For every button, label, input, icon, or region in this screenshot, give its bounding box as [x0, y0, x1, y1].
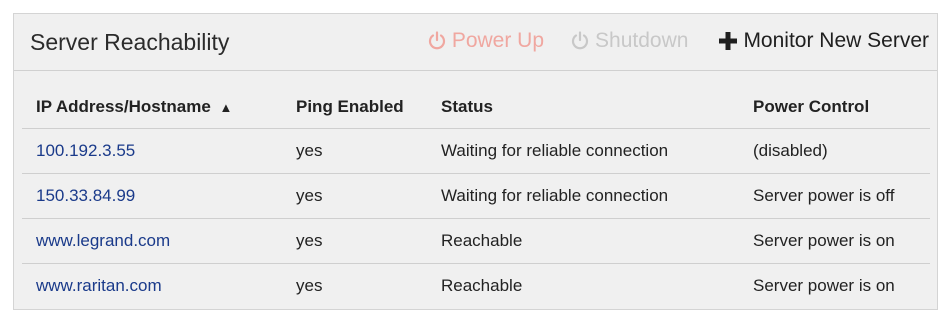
ping-cell: yes — [282, 218, 427, 264]
page-title: Server Reachability — [30, 29, 230, 55]
monitor-new-server-label: Monitor New Server — [743, 29, 929, 52]
host-link[interactable]: www.legrand.com — [36, 231, 170, 250]
host-link[interactable]: 100.192.3.55 — [36, 141, 135, 160]
table-row[interactable]: www.legrand.com yes Reachable Server pow… — [22, 218, 930, 264]
status-cell: Waiting for reliable connection — [427, 173, 739, 219]
power-cell: Server power is on — [753, 276, 895, 295]
power-cell: Server power is off — [739, 173, 930, 219]
shutdown-button[interactable]: Shutdown — [570, 29, 688, 53]
ping-cell: yes — [282, 128, 427, 174]
status-cell: Waiting for reliable connection — [427, 128, 739, 174]
ping-cell: yes — [296, 276, 323, 295]
panel-header: Server Reachability Power Up Shutdown Mo… — [14, 14, 937, 71]
power-up-label: Power Up — [451, 29, 545, 52]
power-cell: Server power is on — [739, 218, 930, 264]
host-cell: 150.33.84.99 — [22, 173, 282, 219]
power-cell: (disabled) — [739, 128, 930, 174]
table-row[interactable]: 150.33.84.99 yes Waiting for reliable co… — [22, 173, 930, 219]
ping-cell: yes — [282, 173, 427, 219]
table-row[interactable]: www.raritan.com yes Reachable Server pow… — [22, 264, 930, 309]
plus-icon — [718, 31, 738, 51]
monitor-new-server-button[interactable]: Monitor New Server — [718, 29, 929, 53]
server-table-container: IP Address/Hostname ▲ Ping Enabled Statu… — [22, 86, 930, 308]
server-table: IP Address/Hostname ▲ Ping Enabled Statu… — [22, 86, 930, 308]
sort-ascending-icon: ▲ — [219, 100, 233, 115]
server-reachability-panel: Server Reachability Power Up Shutdown Mo… — [13, 13, 938, 310]
shutdown-label: Shutdown — [595, 29, 689, 52]
host-cell: www.legrand.com — [22, 218, 282, 264]
column-header-host[interactable]: IP Address/Hostname ▲ — [22, 86, 282, 129]
host-cell: www.raritan.com — [22, 264, 282, 309]
power-up-button[interactable]: Power Up — [427, 29, 544, 53]
status-cell: Reachable — [427, 218, 739, 264]
table-header-row: IP Address/Hostname ▲ Ping Enabled Statu… — [22, 86, 930, 129]
column-header-power[interactable]: Power Control — [739, 86, 930, 129]
column-header-ping[interactable]: Ping Enabled — [282, 86, 427, 129]
column-header-host-label: IP Address/Hostname — [36, 97, 211, 116]
status-cell: Reachable — [441, 276, 523, 295]
host-link[interactable]: www.raritan.com — [36, 276, 162, 295]
table-row[interactable]: 100.192.3.55 yes Waiting for reliable co… — [22, 128, 930, 174]
column-header-status[interactable]: Status — [427, 86, 739, 129]
power-icon — [570, 31, 590, 51]
power-icon — [427, 31, 447, 51]
header-actions: Power Up Shutdown Monitor New Server — [401, 26, 929, 56]
host-cell: 100.192.3.55 — [22, 128, 282, 174]
host-link[interactable]: 150.33.84.99 — [36, 186, 135, 205]
